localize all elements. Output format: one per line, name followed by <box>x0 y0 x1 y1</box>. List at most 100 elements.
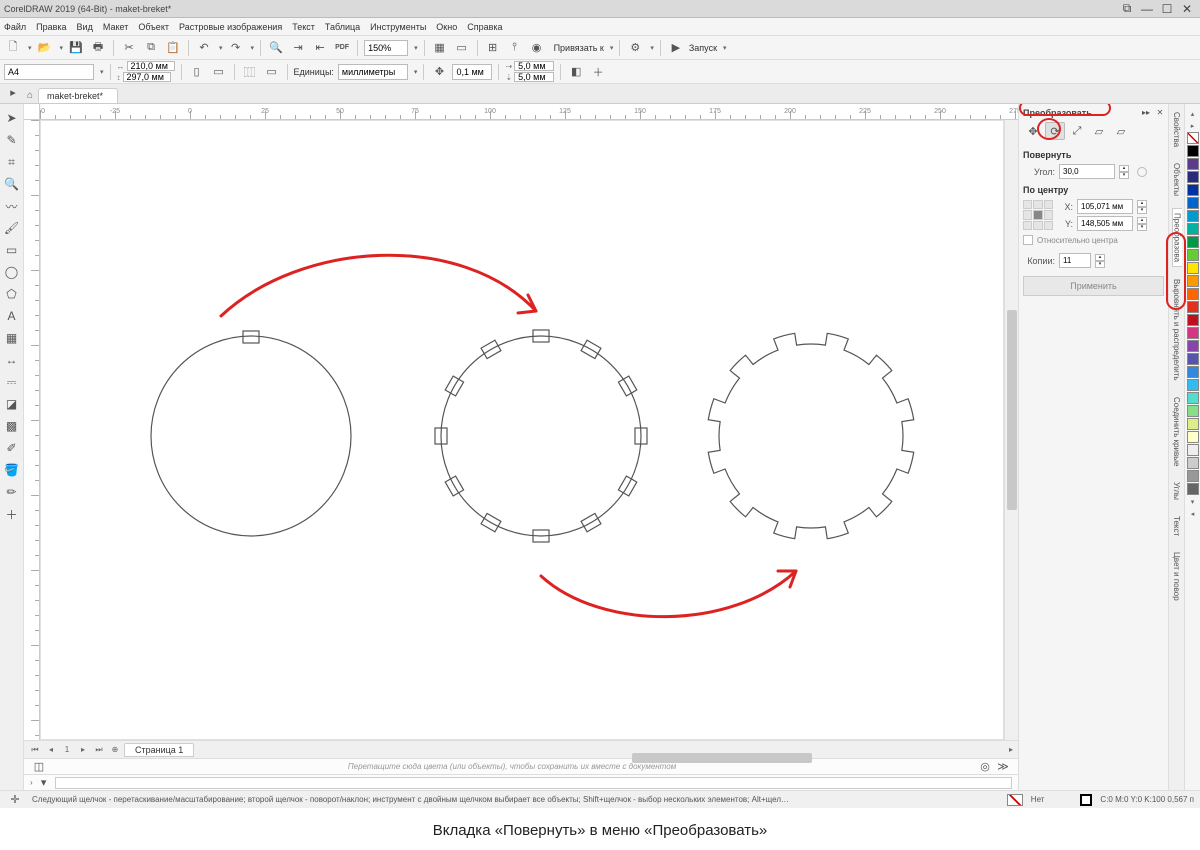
portrait-icon[interactable]: ▯ <box>188 63 206 81</box>
save-icon[interactable]: 💾 <box>67 39 85 57</box>
palette-down-icon[interactable]: ▾ <box>1191 496 1195 508</box>
add-tool-icon[interactable]: ＋ <box>2 504 22 524</box>
popout-icon[interactable]: ⧉ <box>1118 2 1136 16</box>
eyedropper-tool-icon[interactable]: ✐ <box>2 438 22 458</box>
add-button-icon[interactable]: ＋ <box>589 63 607 81</box>
menu-tools[interactable]: Инструменты <box>370 22 426 32</box>
last-page-icon[interactable]: ⏭ <box>92 743 106 757</box>
side-tab-color[interactable]: Цвет и повор <box>1172 548 1181 605</box>
color-swatch[interactable] <box>1187 392 1199 404</box>
side-tab-text[interactable]: Текст <box>1172 512 1181 540</box>
dropshadow-tool-icon[interactable]: ◪ <box>2 394 22 414</box>
center-x-input[interactable] <box>1077 199 1133 214</box>
center-y-input[interactable] <box>1077 216 1133 231</box>
page-height-input[interactable] <box>123 72 171 82</box>
apply-button[interactable]: Применить <box>1023 276 1164 296</box>
color-swatch[interactable] <box>1187 184 1199 196</box>
ruler-origin[interactable] <box>24 104 40 120</box>
vertical-ruler[interactable] <box>24 120 40 740</box>
hint-eye-icon[interactable]: ◎ <box>976 758 994 776</box>
color-swatch[interactable] <box>1187 275 1199 287</box>
zoom-input[interactable] <box>364 40 408 56</box>
page-tab[interactable]: Страница 1 <box>124 743 194 757</box>
color-swatch[interactable] <box>1187 262 1199 274</box>
side-tab-transform[interactable]: Преобразова <box>1172 208 1182 267</box>
snap-guides-icon[interactable]: ⫯ <box>506 39 524 57</box>
x-spinner[interactable]: ▴▾ <box>1137 200 1147 214</box>
size-tab-icon[interactable]: ▱ <box>1089 122 1109 140</box>
color-swatch[interactable] <box>1187 314 1199 326</box>
menu-window[interactable]: Окно <box>436 22 457 32</box>
units-select[interactable] <box>338 64 408 80</box>
color-swatch[interactable] <box>1187 197 1199 209</box>
side-tab-align[interactable]: Выровнять и распределить <box>1172 275 1181 385</box>
color-swatch[interactable] <box>1187 444 1199 456</box>
color-swatch[interactable] <box>1187 223 1199 235</box>
outline-tool-icon[interactable]: ✏ <box>2 482 22 502</box>
menu-layout[interactable]: Макет <box>103 22 128 32</box>
docker-close-icon[interactable]: ✕ <box>1154 106 1166 118</box>
first-page-icon[interactable]: ⏮ <box>28 743 42 757</box>
direction-indicator-icon[interactable] <box>1137 167 1147 177</box>
menu-help[interactable]: Справка <box>467 22 502 32</box>
new-doc-icon[interactable]: 🗋 <box>4 39 22 57</box>
color-swatch[interactable] <box>1187 249 1199 261</box>
position-tab-icon[interactable]: ✥ <box>1023 122 1043 140</box>
undo-icon[interactable]: ↶ <box>195 39 213 57</box>
prev-page-icon[interactable]: ◂ <box>44 743 58 757</box>
angle-spinner[interactable]: ▴▾ <box>1119 165 1129 179</box>
show-rulers-icon[interactable]: ▭ <box>453 39 471 57</box>
drawing-canvas[interactable] <box>40 120 1004 740</box>
menu-file[interactable]: Файл <box>4 22 26 32</box>
vertical-scrollbar[interactable] <box>1004 120 1018 740</box>
landscape-icon[interactable]: ▭ <box>210 63 228 81</box>
color-swatch[interactable] <box>1187 405 1199 417</box>
y-spinner[interactable]: ▴▾ <box>1137 217 1147 231</box>
dup-x-input[interactable] <box>514 61 554 71</box>
side-tab-objects[interactable]: Объекты <box>1172 159 1181 200</box>
menu-view[interactable]: Вид <box>77 22 93 32</box>
welcome-tab-icon[interactable]: ⌂ <box>22 87 38 103</box>
launch-label[interactable]: Запуск <box>689 43 717 53</box>
treat-as-filled-icon[interactable]: ◧ <box>567 63 585 81</box>
color-swatch[interactable] <box>1187 483 1199 495</box>
docker-pin-icon[interactable]: ▸ <box>4 83 22 101</box>
search-content-icon[interactable]: 🔍 <box>267 39 285 57</box>
color-swatch[interactable] <box>1187 301 1199 313</box>
scale-tab-icon[interactable]: ⤢ <box>1067 122 1087 140</box>
freehand-tool-icon[interactable]: 〰 <box>2 196 22 216</box>
angle-input[interactable] <box>1059 164 1115 179</box>
dimension-tool-icon[interactable]: ↔ <box>2 350 22 370</box>
color-swatch[interactable] <box>1187 288 1199 300</box>
paper-size-select[interactable] <box>4 64 94 80</box>
copy-icon[interactable]: ⧉ <box>142 39 160 57</box>
cut-icon[interactable]: ✂ <box>120 39 138 57</box>
zoom-tool-icon[interactable]: 🔍 <box>2 174 22 194</box>
color-swatch[interactable] <box>1187 353 1199 365</box>
color-swatch[interactable] <box>1187 366 1199 378</box>
color-swatch[interactable] <box>1187 236 1199 248</box>
fullscreen-preview-icon[interactable]: ▦ <box>431 39 449 57</box>
cmd-history-icon[interactable]: ▾ <box>37 777 51 789</box>
relative-center-checkbox[interactable] <box>1023 235 1033 245</box>
maximize-icon[interactable]: ☐ <box>1158 2 1176 16</box>
rotate-tab-icon[interactable]: ⟳ <box>1045 122 1065 140</box>
polygon-tool-icon[interactable]: ⬠ <box>2 284 22 304</box>
all-pages-icon[interactable]: ⿲ <box>241 63 259 81</box>
copies-input[interactable] <box>1059 253 1091 268</box>
color-swatch[interactable] <box>1187 171 1199 183</box>
next-page-icon[interactable]: ▸ <box>76 743 90 757</box>
no-color-swatch[interactable] <box>1187 132 1199 144</box>
menu-text[interactable]: Текст <box>292 22 315 32</box>
menu-bitmap[interactable]: Растровые изображения <box>179 22 282 32</box>
hint-icon[interactable]: ◫ <box>30 758 48 776</box>
nudge-input[interactable] <box>452 64 492 80</box>
color-swatch[interactable] <box>1187 327 1199 339</box>
menu-table[interactable]: Таблица <box>325 22 360 32</box>
command-input[interactable] <box>55 777 1012 789</box>
shape-tool-icon[interactable]: ✎ <box>2 130 22 150</box>
skew-tab-icon[interactable]: ▱ <box>1111 122 1131 140</box>
add-page-icon[interactable]: ⊕ <box>108 743 122 757</box>
redo-icon[interactable]: ↷ <box>227 39 245 57</box>
export-icon[interactable]: ⇤ <box>311 39 329 57</box>
